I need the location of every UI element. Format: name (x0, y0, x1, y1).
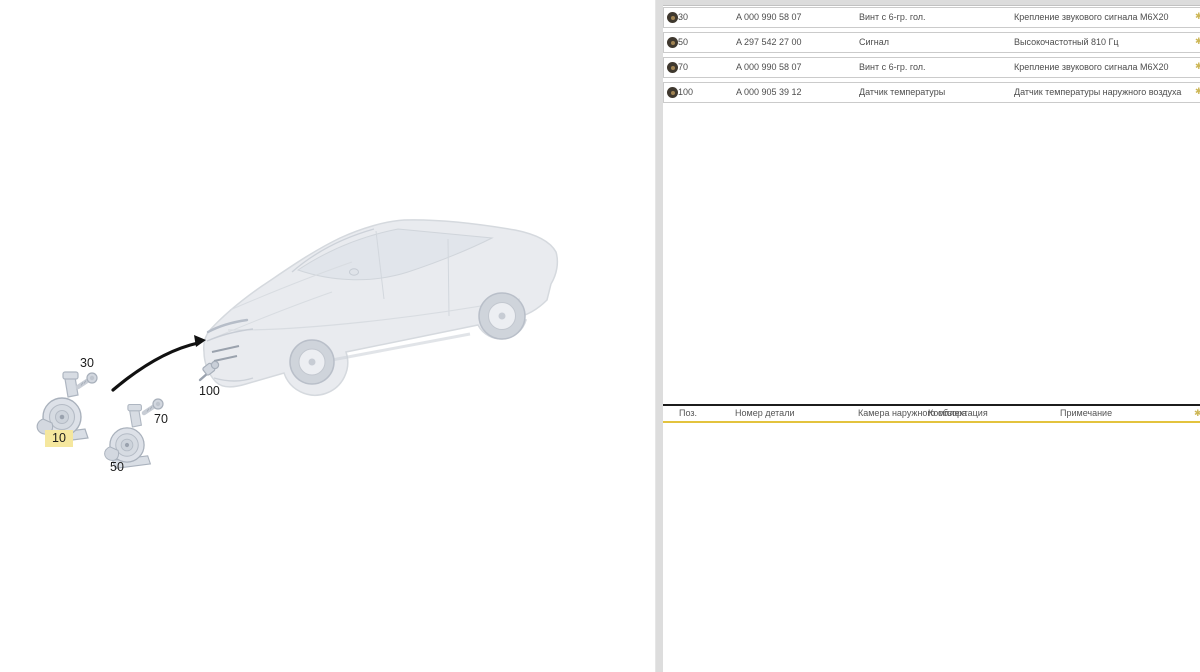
part-info-icon[interactable] (667, 12, 678, 23)
star-icon[interactable]: ✱ (1194, 408, 1200, 419)
accent-underline (663, 421, 1200, 423)
bolt-part-30[interactable] (78, 373, 97, 387)
header-equipment: Комплектация (928, 408, 988, 418)
part-pos: 70 (678, 58, 688, 77)
part-note: Высокочастотный 810 Гц (1014, 33, 1119, 52)
part-info-icon[interactable] (667, 87, 678, 98)
callout-100[interactable]: 100 (199, 384, 220, 399)
pointer-arrow (113, 335, 206, 390)
part-info-icon[interactable] (667, 62, 678, 73)
star-icon[interactable]: ✱ (1195, 86, 1200, 97)
part-note: Крепление звукового сигнала М6Х20 (1014, 8, 1168, 27)
part-info-icon[interactable] (667, 37, 678, 48)
parts-list-panel: 30 A 000 990 58 07 Винт с 6-гр. гол. Кре… (663, 0, 1200, 672)
part-pos: 100 (678, 83, 693, 102)
callout-10[interactable]: 10 (45, 430, 73, 447)
part-name: Винт с 6-гр. гол. (859, 58, 926, 77)
header-note: Примечание (1060, 408, 1112, 418)
part-number: A 000 990 58 07 (736, 58, 802, 77)
star-icon[interactable]: ✱ (1195, 36, 1200, 47)
part-note: Датчик температуры наружного воздуха (1014, 83, 1181, 102)
header-part-number: Номер детали (735, 408, 794, 418)
part-row-100[interactable]: 100 A 000 905 39 12 Датчик температуры Д… (663, 82, 1200, 103)
callout-30[interactable]: 30 (80, 356, 94, 371)
part-pos: 30 (678, 8, 688, 27)
bolt-part-70[interactable] (144, 399, 163, 413)
star-icon[interactable]: ✱ (1195, 11, 1200, 22)
part-name: Датчик температуры (859, 83, 945, 102)
part-number: A 000 990 58 07 (736, 8, 802, 27)
epc-screen: 10 30 50 70 100 30 A 000 990 58 07 Винт … (0, 0, 1200, 672)
part-note: Крепление звукового сигнала М6Х20 (1014, 58, 1168, 77)
callout-50[interactable]: 50 (110, 460, 124, 475)
car-illustration (204, 220, 558, 395)
part-pos: 50 (678, 33, 688, 52)
part-number: A 297 542 27 00 (736, 33, 802, 52)
part-name: Сигнал (859, 33, 889, 52)
part-number: A 000 905 39 12 (736, 83, 802, 102)
diagram-panel: 10 30 50 70 100 (0, 0, 655, 672)
callout-70[interactable]: 70 (154, 412, 168, 427)
next-section-header: Поз. Номер детали Камера наружного обзор… (663, 404, 1200, 423)
header-pos: Поз. (679, 408, 697, 418)
star-icon[interactable]: ✱ (1195, 61, 1200, 72)
vehicle-diagram (0, 0, 655, 672)
partial-scrolled-row[interactable] (663, 0, 1200, 6)
part-row-70[interactable]: 70 A 000 990 58 07 Винт с 6-гр. гол. Кре… (663, 57, 1200, 78)
part-row-30[interactable]: 30 A 000 990 58 07 Винт с 6-гр. гол. Кре… (663, 7, 1200, 28)
part-name: Винт с 6-гр. гол. (859, 8, 926, 27)
part-row-50[interactable]: 50 A 297 542 27 00 Сигнал Высокочастотны… (663, 32, 1200, 53)
